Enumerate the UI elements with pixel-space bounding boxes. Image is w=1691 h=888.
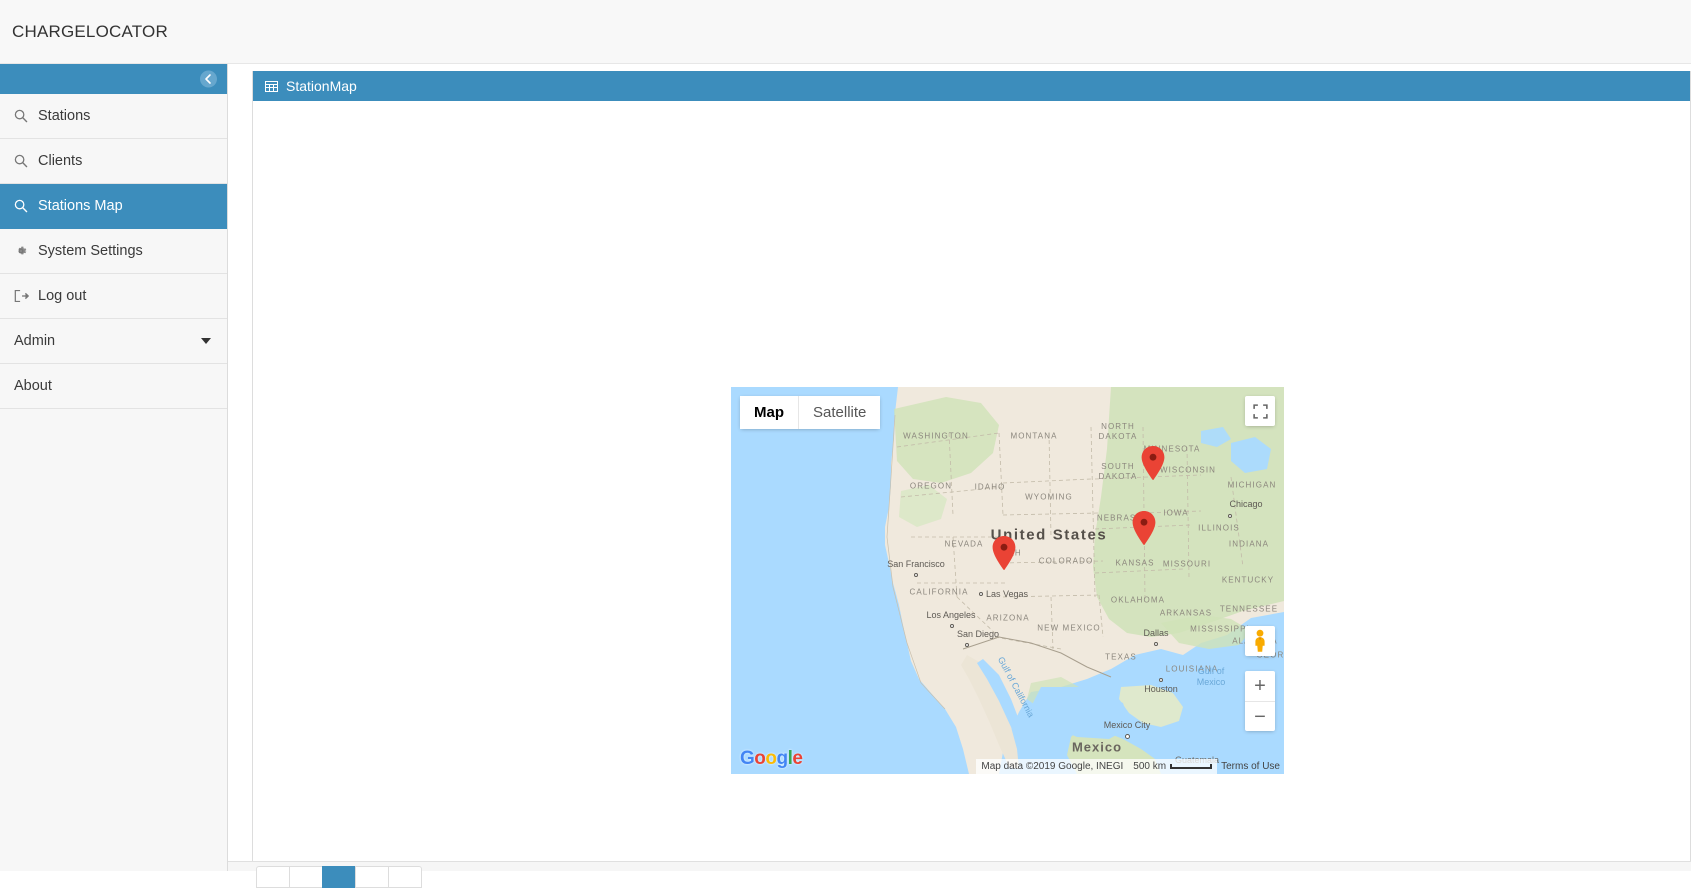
logo-letter: g: [777, 748, 788, 769]
search-icon: [14, 153, 34, 169]
sidebar-item-label: Stations: [38, 109, 90, 124]
sidebar-item-label: System Settings: [38, 244, 143, 259]
sidebar-item-log-out[interactable]: Log out: [0, 274, 227, 319]
zoom-out-button[interactable]: −: [1245, 701, 1275, 731]
logo-letter: o: [765, 748, 776, 769]
map-attribution-bar: Map data ©2019 Google, INEGI 500 km Term…: [976, 759, 1284, 774]
logo-letter: e: [792, 748, 802, 769]
sidebar-item-about[interactable]: About: [0, 364, 227, 409]
map-scale-control: 500 km: [1128, 759, 1217, 774]
station-marker-arizona[interactable]: [992, 536, 1016, 570]
logo-letter: G: [740, 748, 754, 769]
pagination[interactable]: [256, 866, 421, 888]
terms-of-use-link[interactable]: Terms of Use: [1217, 759, 1284, 774]
sidebar-item-label: Clients: [38, 154, 82, 169]
chevron-left-circle-icon[interactable]: [200, 71, 217, 88]
grid-icon: [265, 79, 279, 93]
zoom-control[interactable]: + −: [1245, 671, 1275, 731]
map-attribution-text: Map data ©2019 Google, INEGI: [976, 759, 1128, 774]
sidebar-header: [0, 64, 227, 94]
map-tiles[interactable]: United States Mexico WASHINGTON MONTANA …: [731, 387, 1284, 774]
chevron-down-icon: [201, 338, 211, 344]
sidebar-item-stations[interactable]: Stations: [0, 94, 227, 139]
sidebar-item-label: Log out: [38, 289, 86, 304]
station-marker-nebraska[interactable]: [1141, 446, 1165, 480]
sidebar-item-system-settings[interactable]: System Settings: [0, 229, 227, 274]
sidebar: Stations Clients Stations Map System Set…: [0, 64, 228, 871]
fullscreen-icon[interactable]: [1245, 396, 1275, 426]
pagination-strip: [228, 861, 1691, 871]
map-type-button-map[interactable]: Map: [740, 396, 798, 429]
street-view-pegman-icon[interactable]: [1245, 626, 1275, 656]
google-logo[interactable]: Google: [740, 748, 802, 770]
map-scale-label: 500 km: [1133, 761, 1166, 772]
map-type-button-satellite[interactable]: Satellite: [798, 396, 880, 429]
logout-icon: [14, 288, 34, 304]
map-type-control[interactable]: Map Satellite: [740, 396, 880, 429]
pagination-button[interactable]: [256, 866, 290, 888]
panel-body: United States Mexico WASHINGTON MONTANA …: [253, 101, 1690, 861]
search-icon: [14, 108, 34, 124]
google-map[interactable]: United States Mexico WASHINGTON MONTANA …: [731, 387, 1284, 774]
top-header-bar: CHARGELOCATOR: [0, 0, 1691, 64]
panel-title: StationMap: [286, 79, 357, 93]
station-marker-oklahoma[interactable]: [1132, 511, 1156, 545]
app-brand-title: CHARGELOCATOR: [12, 23, 168, 40]
logo-letter: o: [754, 748, 765, 769]
pagination-button[interactable]: [355, 866, 389, 888]
sidebar-item-label: About: [14, 379, 52, 394]
station-map-panel: StationMap: [252, 71, 1691, 863]
search-icon: [14, 198, 34, 214]
panel-header: StationMap: [253, 71, 1690, 101]
zoom-in-button[interactable]: +: [1245, 671, 1275, 701]
sidebar-item-clients[interactable]: Clients: [0, 139, 227, 184]
sidebar-item-stations-map[interactable]: Stations Map: [0, 184, 227, 229]
gear-icon: [14, 243, 34, 259]
content-area: StationMap: [228, 64, 1691, 871]
map-scale-bar: [1170, 764, 1212, 769]
pagination-button[interactable]: [289, 866, 323, 888]
pagination-button[interactable]: [388, 866, 422, 888]
sidebar-item-label: Stations Map: [38, 199, 123, 214]
pagination-button-active[interactable]: [322, 866, 356, 888]
sidebar-item-admin[interactable]: Admin: [0, 319, 227, 364]
sidebar-item-label: Admin: [14, 334, 55, 349]
